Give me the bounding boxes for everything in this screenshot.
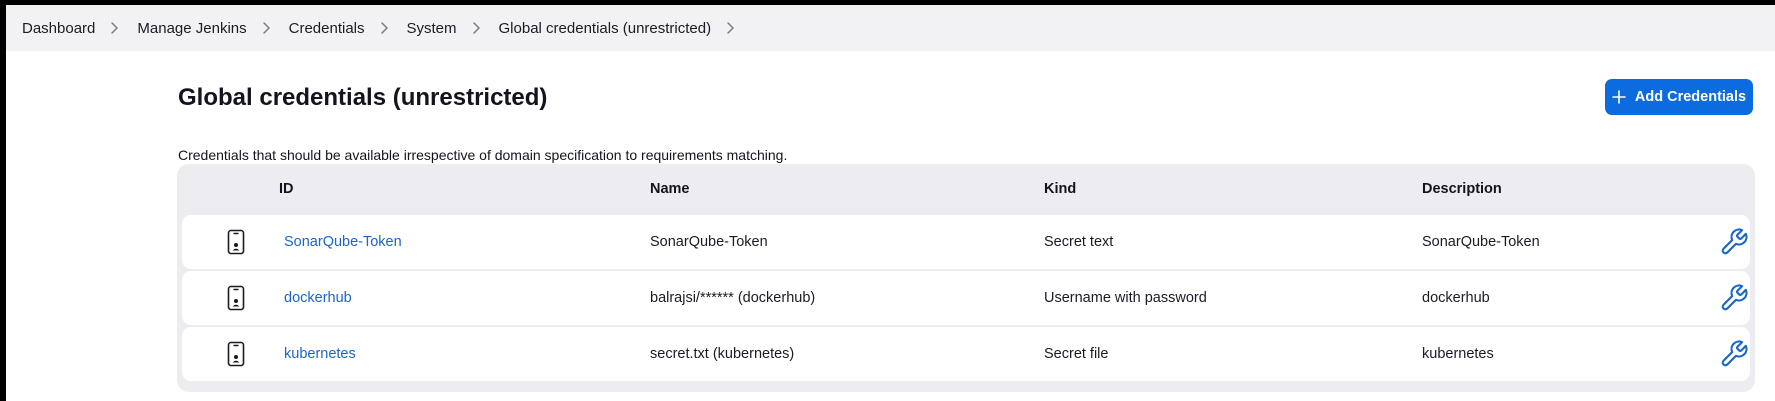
breadcrumb: Dashboard Manage Jenkins Credentials Sys… — [6, 5, 1775, 51]
credential-id-link[interactable]: kubernetes — [284, 346, 356, 362]
column-header-id[interactable]: ID — [279, 181, 294, 197]
column-header-kind[interactable]: Kind — [1044, 181, 1076, 197]
credential-kind: Username with password — [1044, 290, 1207, 306]
table-row: SonarQube-Token SonarQube-Token Secret t… — [182, 215, 1750, 269]
credential-phone-icon — [227, 341, 245, 367]
breadcrumb-label[interactable]: Credentials — [289, 20, 365, 37]
chevron-right-icon[interactable] — [261, 21, 271, 35]
breadcrumb-label[interactable]: Dashboard — [22, 20, 95, 37]
breadcrumb-item-dashboard[interactable]: Dashboard — [22, 20, 137, 37]
credentials-table: ID Name Kind Description SonarQube-Token… — [177, 164, 1755, 392]
table-row: kubernetes secret.txt (kubernetes) Secre… — [182, 327, 1750, 381]
breadcrumb-label[interactable]: Global credentials (unrestricted) — [499, 20, 712, 37]
breadcrumb-label[interactable]: System — [407, 20, 457, 37]
credential-description: kubernetes — [1422, 346, 1494, 362]
credential-kind: Secret file — [1044, 346, 1109, 362]
breadcrumb-item-global-credentials[interactable]: Global credentials (unrestricted) — [499, 20, 754, 37]
credential-name: secret.txt (kubernetes) — [650, 346, 795, 362]
breadcrumb-item-manage-jenkins[interactable]: Manage Jenkins — [137, 20, 288, 37]
breadcrumb-item-credentials[interactable]: Credentials — [289, 20, 407, 37]
credential-id-link[interactable]: SonarQube-Token — [284, 234, 402, 250]
credential-phone-icon — [227, 229, 245, 255]
credential-name: SonarQube-Token — [650, 234, 768, 250]
page-description: Credentials that should be available irr… — [178, 147, 788, 163]
credential-name: balrajsi/****** (dockerhub) — [650, 290, 816, 306]
wrench-icon[interactable] — [1719, 283, 1749, 313]
credential-kind: Secret text — [1044, 234, 1114, 250]
add-credentials-label: Add Credentials — [1634, 89, 1747, 105]
page-title: Global credentials (unrestricted) — [178, 84, 548, 111]
chevron-right-icon[interactable] — [471, 21, 481, 35]
table-row: dockerhub balrajsi/****** (dockerhub) Us… — [182, 271, 1750, 325]
chevron-right-icon[interactable] — [379, 21, 389, 35]
column-header-name[interactable]: Name — [650, 181, 690, 197]
credential-id-link[interactable]: dockerhub — [284, 290, 352, 306]
breadcrumb-label[interactable]: Manage Jenkins — [137, 20, 246, 37]
chevron-right-icon[interactable] — [109, 21, 119, 35]
table-header: ID Name Kind Description — [177, 164, 1755, 214]
credential-description: SonarQube-Token — [1422, 234, 1540, 250]
credential-phone-icon — [227, 285, 245, 311]
chevron-right-icon[interactable] — [725, 21, 735, 35]
wrench-icon[interactable] — [1719, 227, 1749, 257]
plus-icon — [1612, 90, 1626, 104]
add-credentials-button[interactable]: Add Credentials — [1605, 79, 1753, 115]
column-header-description[interactable]: Description — [1422, 181, 1502, 197]
wrench-icon[interactable] — [1719, 339, 1749, 369]
page: Dashboard Manage Jenkins Credentials Sys… — [6, 5, 1775, 401]
breadcrumb-item-system[interactable]: System — [407, 20, 499, 37]
credential-description: dockerhub — [1422, 290, 1490, 306]
